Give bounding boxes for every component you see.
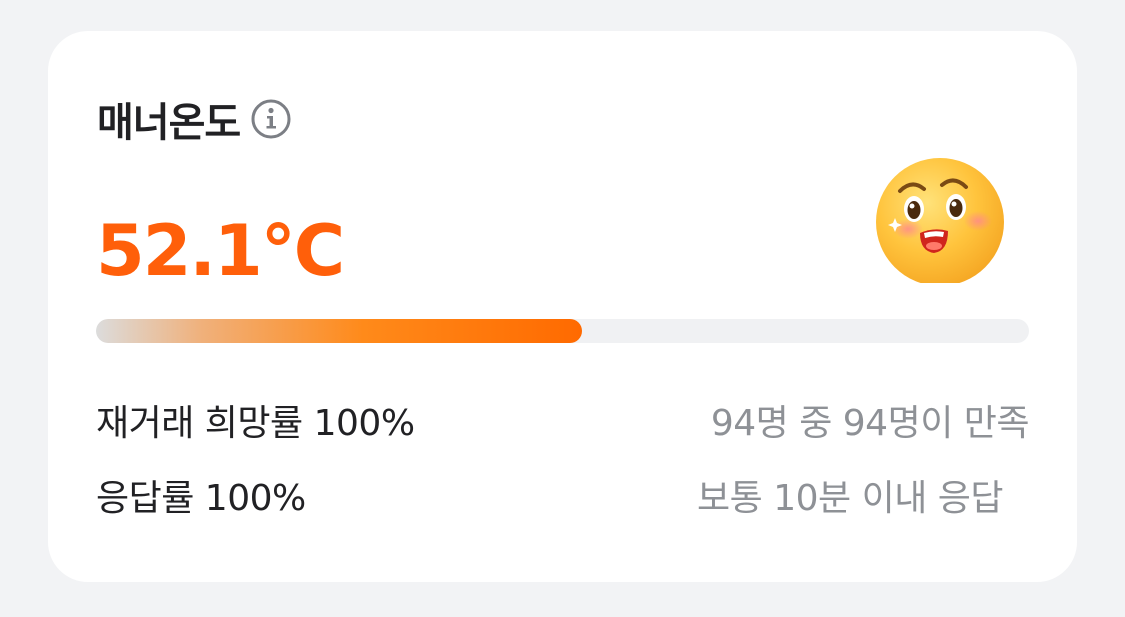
rehire-rate-row: 재거래 희망률 100% 94명 중 94명이 만족: [96, 395, 1030, 445]
temperature-value: 52.1°C: [96, 210, 345, 292]
temperature-gauge-fill: [96, 319, 583, 343]
response-rate-label: 응답률 100%: [96, 478, 306, 519]
manner-temperature-card: 매너온도 52.1°C 재거래 희망률 100% 94명 중 94명이 만족 응…: [48, 31, 1077, 582]
response-rate-detail: 보통 10분 이내 응답: [697, 478, 1003, 519]
rehire-rate-label: 재거래 희망률 100%: [96, 403, 415, 444]
rehire-rate-detail: 94명 중 94명이 만족: [710, 403, 1030, 444]
temperature-gauge: [96, 319, 1029, 343]
card-title: 매너온도: [97, 100, 241, 146]
response-rate-row: 응답률 100% 보통 10분 이내 응답: [96, 470, 1029, 520]
info-icon[interactable]: [250, 98, 292, 140]
title-row: 매너온도: [97, 93, 292, 146]
smiling-face-emoji-icon: [868, 143, 1008, 286]
